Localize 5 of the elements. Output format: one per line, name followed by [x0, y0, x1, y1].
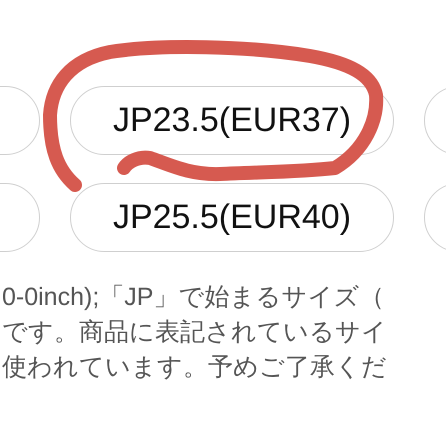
note-text: です。商品に表記されているサイ — [2, 318, 387, 346]
size-option[interactable]: JP25.5(EUR40) — [70, 183, 394, 252]
note-text: 0-0inch);「JP」で始まるサイズ（ — [2, 283, 384, 311]
size-option[interactable]: JP23.5(EUR37) — [70, 86, 394, 155]
note-text: 使われています。予めご了承くだ — [2, 353, 387, 381]
